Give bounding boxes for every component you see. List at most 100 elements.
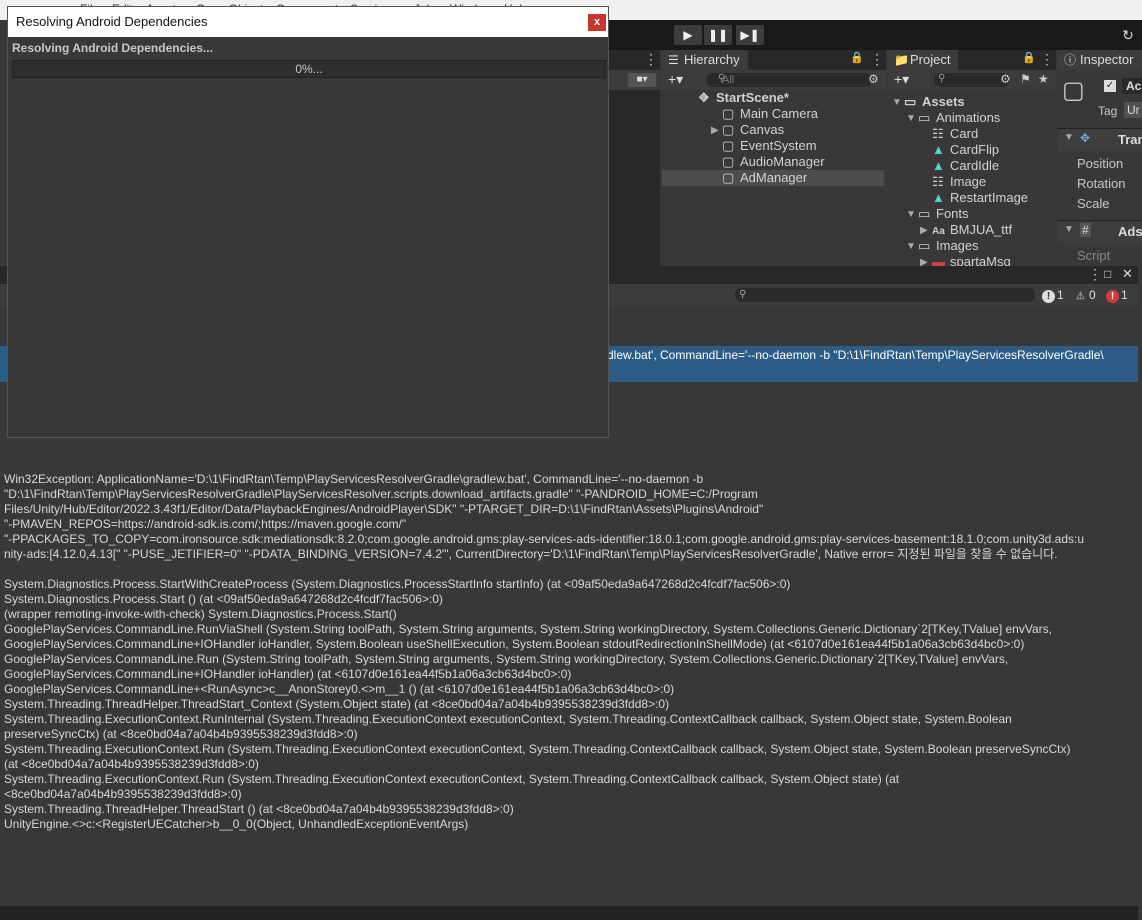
active-checkbox[interactable]: ✓	[1104, 80, 1116, 92]
tag-value: Ur	[1127, 103, 1140, 117]
info-icon: ⓘ	[1064, 53, 1077, 67]
position-label: Position	[1077, 156, 1124, 171]
tab-project[interactable]: 📁 Project	[888, 50, 959, 70]
hierarchy-item-label: Main Camera	[740, 106, 819, 121]
progress-bar: 0%...	[12, 60, 606, 78]
scale-label: Scale	[1077, 196, 1110, 211]
animation-clip-icon: ▲	[932, 190, 945, 205]
project-item[interactable]: ▲ CardIdle	[932, 158, 999, 174]
collapsed-caret-icon[interactable]: ▶	[920, 257, 928, 266]
more-icon[interactable]: ⋮	[644, 51, 658, 68]
add-icon[interactable]: +▾	[668, 71, 683, 88]
filter-icon[interactable]: ⚙	[1000, 72, 1011, 86]
hierarchy-item-label: AudioManager	[740, 154, 825, 169]
hierarchy-search-input[interactable]: All	[706, 73, 872, 87]
project-item-label: spartaMsg	[950, 254, 1011, 266]
add-icon[interactable]: +▾	[894, 71, 909, 88]
close-icon[interactable]: ✕	[1122, 266, 1133, 282]
hierarchy-item-label: Canvas	[740, 122, 785, 137]
hierarchy-item[interactable]: ▢ Main Camera	[722, 106, 818, 122]
expand-caret-icon[interactable]: ▼	[906, 241, 916, 252]
project-item[interactable]: ▭ Images	[918, 238, 979, 254]
project-item-label: CardIdle	[950, 158, 1000, 173]
scene-view: ⋮ ■▾	[600, 50, 660, 270]
tab-inspector[interactable]: ⓘ Inspector	[1058, 50, 1142, 70]
project-item[interactable]: ▲ RestartImage	[932, 190, 1028, 206]
more-icon[interactable]: ⋮	[870, 51, 884, 68]
detail-line: UnityEngine.<>c:<RegisterUECatcher>b__0_…	[4, 817, 469, 831]
console-search-input[interactable]: ⚲	[735, 288, 1035, 302]
log-count-toggle[interactable]: ! 1	[1042, 287, 1064, 303]
gameobject-icon: ▢	[722, 122, 735, 137]
project-item[interactable]: ☷ Image	[932, 174, 986, 190]
expand-caret-icon[interactable]: ▼	[906, 113, 916, 124]
project-item[interactable]: ▲ CardFlip	[932, 142, 999, 158]
detail-line: Files/Unity/Hub/Editor/2022.3.43f1/Edito…	[4, 502, 764, 516]
script-icon: #	[1080, 223, 1091, 237]
lock-icon[interactable]: 🔒	[1022, 51, 1036, 64]
camera-icon[interactable]: ■▾	[628, 73, 656, 87]
more-icon[interactable]: ⋮	[1088, 266, 1102, 283]
hierarchy-item[interactable]: ▢ AdManager	[722, 170, 807, 186]
collapsed-caret-icon[interactable]: ▶	[711, 125, 719, 136]
animation-clip-icon: ▲	[932, 142, 945, 157]
warning-count: 0	[1089, 288, 1096, 302]
hierarchy-item[interactable]: ▢ AudioManager	[722, 154, 825, 170]
project-item-label: Image	[950, 174, 987, 189]
lock-icon[interactable]: 🔒	[850, 51, 864, 64]
project-item-label: Images	[936, 238, 979, 253]
gameobject-icon: ▢	[1062, 77, 1085, 104]
play-button[interactable]: ▶	[674, 25, 702, 45]
search-options-icon[interactable]: ⚙	[868, 72, 879, 86]
project-item[interactable]: ▭ Fonts	[918, 206, 969, 222]
error-count-toggle[interactable]: ! 1	[1106, 287, 1128, 303]
project-item-label: BMJUA_ttf	[950, 222, 1013, 237]
project-item[interactable]: ▬ spartaMsg	[932, 254, 1011, 266]
object-name-field[interactable]: Ac	[1122, 78, 1142, 94]
detail-line: "-PPACKAGES_TO_COPY=com.ironsource.sdk:m…	[4, 532, 1085, 546]
dialog-heading: Resolving Android Dependencies...	[12, 41, 213, 55]
project-item[interactable]: ▭ Assets	[904, 94, 965, 110]
console-entry-text: dlew.bat', CommandLine='--no-daemon -b "…	[607, 348, 1104, 362]
hierarchy-item-label: AdManager	[740, 170, 808, 185]
folder-icon: ▭	[918, 206, 931, 221]
hierarchy-item-label: EventSystem	[740, 138, 817, 153]
project-item[interactable]: ☷ Card	[932, 126, 978, 142]
detail-line: System.Diagnostics.Process.StartWithCrea…	[4, 577, 791, 591]
project-item[interactable]: Aa BMJUA_ttf	[932, 222, 1012, 238]
expand-caret-icon[interactable]: ▼	[698, 93, 708, 104]
detail-line: GooglePlayServices.CommandLine+<RunAsync…	[4, 682, 675, 696]
scene-tabbar: ⋮	[600, 50, 660, 70]
step-button[interactable]: ▶❚	[736, 25, 764, 45]
pause-button[interactable]: ❚❚	[704, 25, 732, 45]
tab-hierarchy[interactable]: ☰ Hierarchy	[662, 50, 748, 70]
dialog-titlebar[interactable]: Resolving Android Dependencies x	[8, 7, 608, 37]
tag-dropdown[interactable]: Ur	[1124, 102, 1142, 118]
star-icon[interactable]: ★	[1038, 72, 1049, 86]
detail-line: System.Diagnostics.Process.Start () (at …	[4, 592, 443, 606]
warning-count-toggle[interactable]: ⚠ 0	[1074, 287, 1096, 303]
tab-inspector-label: Inspector	[1080, 52, 1134, 67]
expand-caret-icon[interactable]: ▼	[892, 97, 902, 108]
more-icon[interactable]: ⋮	[1040, 51, 1054, 68]
collapsed-caret-icon[interactable]: ▶	[920, 225, 928, 236]
close-button[interactable]: x	[588, 14, 606, 31]
project-item[interactable]: ▭ Animations	[918, 110, 1000, 126]
search-icon: ⚲	[718, 73, 726, 84]
gameobject-icon: ▢	[722, 106, 735, 121]
hierarchy-item[interactable]: ▢ Canvas	[722, 122, 784, 138]
project-panel: 📁 Project 🔒 ⋮ +▾ ⚲ ⚙ ⚑ ★ ▼ ▭ Assets ▼ ▭ An…	[888, 50, 1056, 266]
project-item-label: Fonts	[936, 206, 969, 221]
component-header[interactable]: ▼ # Ads	[1058, 220, 1142, 243]
expand-caret-icon[interactable]: ▼	[906, 209, 916, 220]
transform-header[interactable]: ▼ ✥ Tran	[1058, 128, 1142, 151]
maximize-icon[interactable]: □	[1104, 267, 1111, 281]
detail-line: System.Threading.ExecutionContext.RunInt…	[4, 712, 1012, 726]
label-icon[interactable]: ⚑	[1020, 72, 1031, 86]
scene-root[interactable]: ❖ StartScene*	[698, 90, 789, 106]
history-icon[interactable]: ↻	[1118, 25, 1138, 45]
detail-line: GooglePlayServices.CommandLine.Run (Syst…	[4, 652, 1009, 666]
project-search-input[interactable]	[934, 73, 1010, 87]
search-icon: ⚲	[739, 289, 747, 300]
hierarchy-item[interactable]: ▢ EventSystem	[722, 138, 817, 154]
